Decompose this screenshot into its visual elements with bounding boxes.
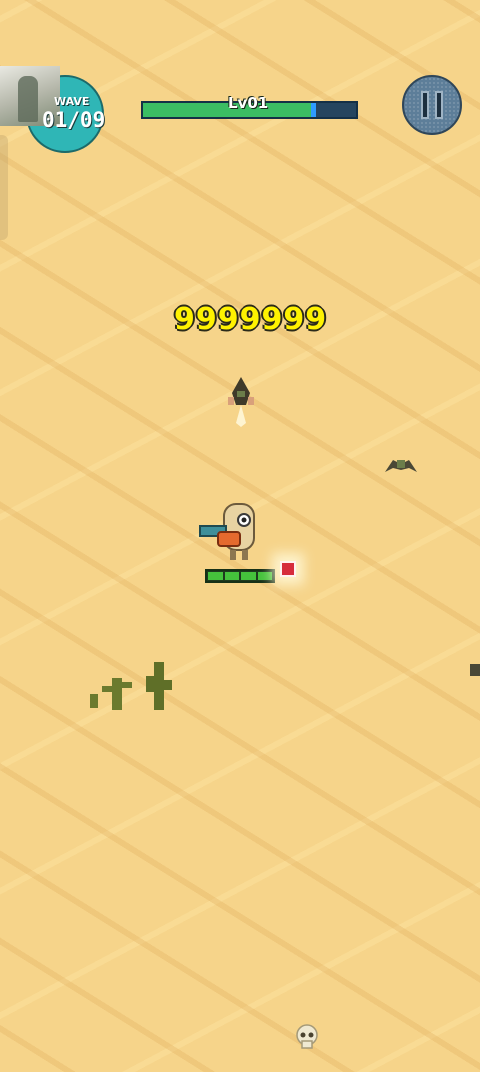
side-drawer-handle[interactable] [0,135,8,240]
flying-enemy-sprite [228,377,254,427]
wave-label: WAVE [54,95,90,108]
cactus-cluster-sprite [90,662,172,710]
health-segment [241,572,256,580]
skull-sprite [296,1024,318,1049]
wave-counter: 01/09 [42,108,106,132]
score-counter: 9999999 [174,302,328,337]
red-gem-pickup[interactable] [280,561,296,577]
health-segment [257,572,272,580]
player-health-bar [205,569,275,583]
health-segment [208,572,223,580]
level-label: Lv01 [228,94,269,112]
enemy-edge-sprite [470,664,480,676]
level-progress-marker [311,103,317,117]
player-robot-sprite[interactable] [198,502,260,564]
pause-button[interactable] [402,75,462,135]
vulture-enemy-sprite [385,460,417,472]
health-segment [224,572,239,580]
